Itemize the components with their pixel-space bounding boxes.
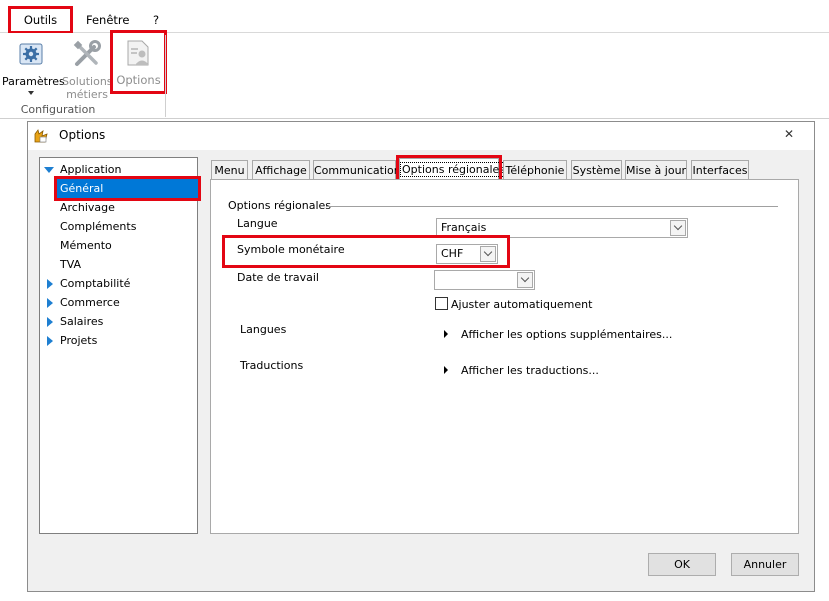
tree-label: Salaires bbox=[60, 315, 104, 328]
tree-label: Projets bbox=[60, 334, 98, 347]
dialog-titlebar: Options ✕ bbox=[28, 122, 814, 150]
tree-item-memento[interactable]: Mémento bbox=[40, 236, 197, 255]
tree-label: TVA bbox=[60, 258, 82, 271]
collapsed-arrow-icon bbox=[47, 298, 53, 308]
collapsed-arrow-icon bbox=[47, 317, 53, 327]
tab-menu[interactable]: Menu bbox=[211, 160, 248, 181]
parametres-button[interactable]: Paramètres bbox=[2, 38, 65, 98]
tools-icon bbox=[72, 39, 102, 72]
tree-item-salaires[interactable]: Salaires bbox=[40, 312, 197, 331]
options-icon bbox=[125, 39, 151, 70]
symbole-value: CHF bbox=[441, 247, 464, 260]
expand-arrow-icon bbox=[444, 366, 448, 374]
menu-bar: Outils Fenêtre ? bbox=[0, 0, 829, 34]
tab-affichage[interactable]: Affichage bbox=[252, 160, 310, 181]
ajuster-label: Ajuster automatiquement bbox=[451, 298, 593, 311]
symbole-select[interactable]: CHF bbox=[436, 244, 498, 264]
menu-fenetre[interactable]: Fenêtre bbox=[82, 9, 133, 31]
tab-mise-a-jour[interactable]: Mise à jour bbox=[625, 160, 687, 181]
tab-panel: Options régionales Langue Français Symbo… bbox=[210, 179, 799, 534]
tree-item-application[interactable]: Application bbox=[40, 160, 197, 179]
tree-item-tva[interactable]: TVA bbox=[40, 255, 197, 274]
symbole-label: Symbole monétaire bbox=[237, 243, 345, 256]
ribbon-separator bbox=[165, 35, 166, 117]
tab-telephonie[interactable]: Téléphonie bbox=[503, 160, 567, 181]
options-tree: Application Général Archivage Complément… bbox=[39, 157, 201, 534]
solutions-metiers-button[interactable]: Solutions métiers bbox=[62, 38, 113, 101]
tab-options-regionales[interactable]: Options régionales bbox=[396, 155, 508, 184]
options-ribbon-button[interactable]: Options bbox=[110, 30, 167, 94]
traductions-link[interactable]: Afficher les traductions... bbox=[461, 364, 599, 377]
tree-label: Général bbox=[60, 182, 104, 195]
solutions-label-2: métiers bbox=[66, 88, 108, 101]
options-dialog: Options ✕ Application Général Archivage … bbox=[27, 121, 815, 592]
ajuster-checkbox[interactable] bbox=[435, 297, 448, 310]
tab-communication[interactable]: Communication bbox=[313, 160, 401, 181]
ok-button[interactable]: OK bbox=[648, 553, 716, 576]
tree-item-commerce[interactable]: Commerce bbox=[40, 293, 197, 312]
section-title: Options régionales bbox=[228, 199, 332, 212]
tree-label: Compléments bbox=[60, 220, 137, 233]
tree-item-complements[interactable]: Compléments bbox=[40, 217, 197, 236]
tree-label: Application bbox=[60, 163, 122, 176]
tree-item-archivage[interactable]: Archivage bbox=[40, 198, 197, 217]
tree-item-comptabilite[interactable]: Comptabilité bbox=[40, 274, 197, 293]
annuler-button[interactable]: Annuler bbox=[731, 553, 799, 576]
tree-item-projets[interactable]: Projets bbox=[40, 331, 197, 350]
chevron-down-icon bbox=[480, 246, 496, 262]
solutions-label-1: Solutions bbox=[62, 75, 113, 88]
dropdown-arrow-icon bbox=[28, 91, 34, 95]
parametres-label: Paramètres bbox=[2, 75, 65, 88]
section-divider bbox=[326, 206, 778, 207]
dialog-title: Options bbox=[59, 128, 106, 142]
tree-item-general[interactable]: Général bbox=[54, 176, 201, 201]
close-icon[interactable]: ✕ bbox=[784, 127, 794, 141]
tree-label: Comptabilité bbox=[60, 277, 131, 290]
date-field[interactable] bbox=[434, 270, 535, 290]
tree-label: Archivage bbox=[60, 201, 115, 214]
configuration-group-label: Configuration bbox=[20, 103, 96, 116]
collapsed-arrow-icon bbox=[47, 336, 53, 346]
menu-help[interactable]: ? bbox=[149, 9, 163, 31]
chevron-down-icon bbox=[670, 220, 686, 236]
tree-label: Commerce bbox=[60, 296, 120, 309]
langues-label: Langues bbox=[240, 323, 287, 336]
settings-icon bbox=[19, 42, 43, 69]
expand-arrow-icon bbox=[444, 330, 448, 338]
tab-options-regionales-label: Options régionales bbox=[400, 162, 508, 177]
langues-link[interactable]: Afficher les options supplémentaires... bbox=[461, 328, 672, 341]
chevron-down-icon bbox=[517, 272, 533, 288]
date-label: Date de travail bbox=[237, 271, 319, 284]
langue-select[interactable]: Français bbox=[436, 218, 688, 238]
menu-outils[interactable]: Outils bbox=[8, 6, 73, 34]
tab-systeme[interactable]: Système bbox=[571, 160, 622, 181]
tree-label: Mémento bbox=[60, 239, 112, 252]
app-icon bbox=[33, 128, 49, 147]
langue-label: Langue bbox=[237, 217, 278, 230]
collapsed-arrow-icon bbox=[47, 279, 53, 289]
options-ribbon-label: Options bbox=[116, 73, 161, 87]
langue-value: Français bbox=[441, 221, 487, 234]
traductions-label: Traductions bbox=[240, 359, 304, 372]
expanded-arrow-icon bbox=[44, 167, 54, 173]
tab-interfaces[interactable]: Interfaces bbox=[691, 160, 749, 181]
